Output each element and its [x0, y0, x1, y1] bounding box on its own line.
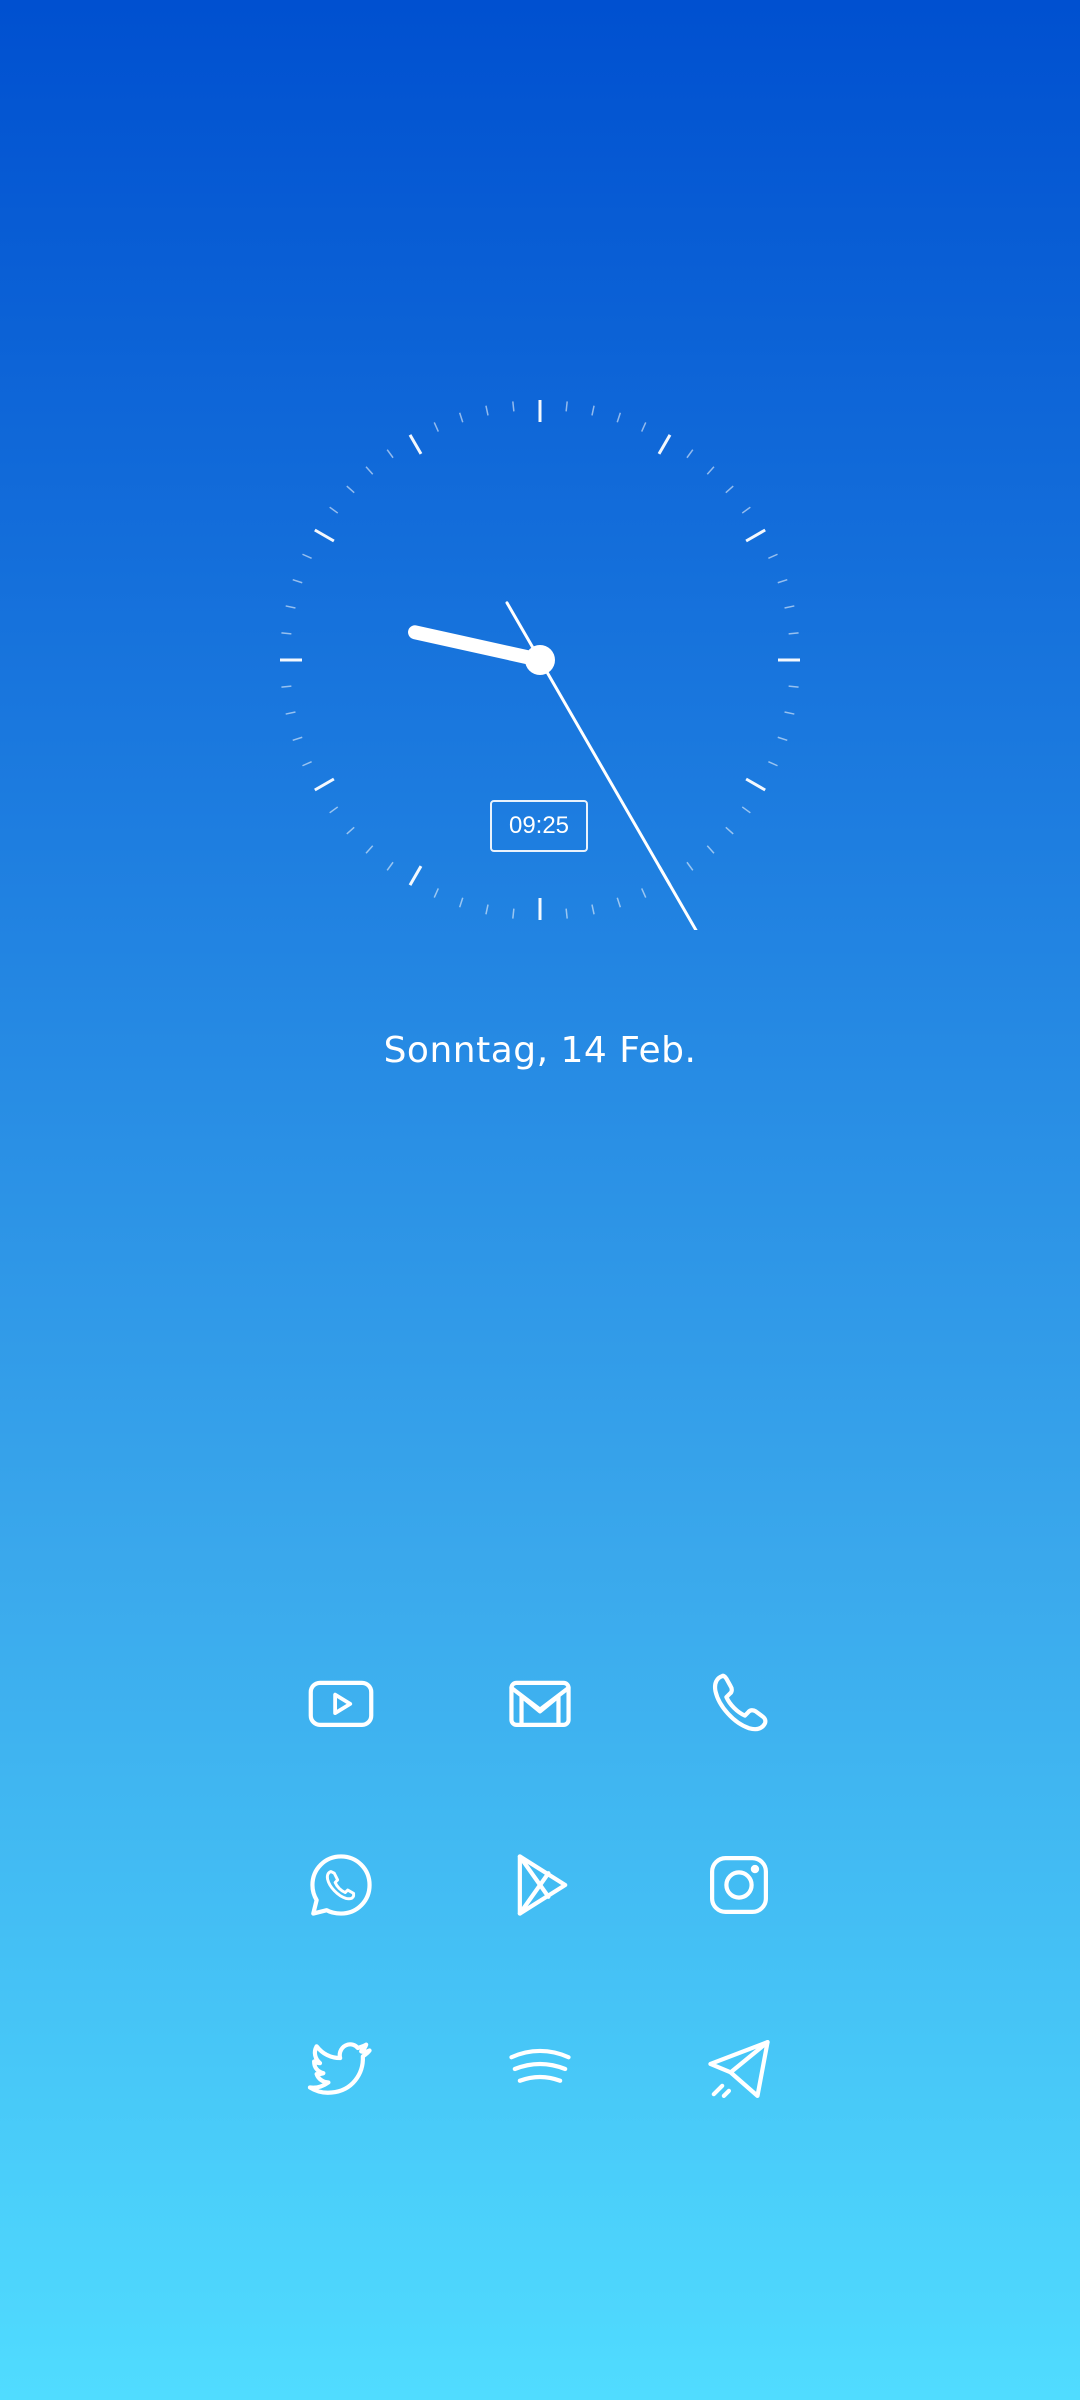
clock-major-tick: [408, 865, 423, 886]
clock-minor-tick: [784, 605, 795, 609]
clock-minor-tick: [292, 736, 303, 742]
app-spotify[interactable]: [485, 2014, 595, 2124]
clock-minor-tick: [292, 578, 303, 584]
clock-minor-tick: [591, 405, 595, 416]
date-label: Sonntag, 14 Feb.: [383, 1030, 697, 1071]
clock-major-tick: [745, 777, 766, 792]
app-whatsapp[interactable]: [286, 1830, 396, 1940]
clock-minor-tick: [285, 711, 296, 715]
app-play-store[interactable]: [485, 1830, 595, 1940]
clock-minor-tick: [640, 888, 647, 898]
hour-hand: [408, 625, 547, 667]
clock-minor-tick: [386, 449, 394, 459]
app-phone[interactable]: [684, 1648, 794, 1758]
clock-major-tick: [314, 777, 335, 792]
clock-minor-tick: [706, 845, 715, 854]
clock-minor-tick: [640, 422, 647, 432]
clock-minor-tick: [346, 826, 355, 835]
clock-minor-tick: [485, 904, 489, 915]
clock-minor-tick: [458, 412, 464, 423]
clock-minor-tick: [302, 760, 312, 767]
twitter-icon: [307, 2042, 372, 2095]
clock-minor-tick: [512, 401, 515, 412]
clock-center-dot: [525, 645, 555, 675]
clock-minor-tick: [329, 506, 339, 514]
clock-minor-tick: [302, 553, 312, 560]
app-instagram[interactable]: [684, 1830, 794, 1940]
clock-minor-tick: [386, 861, 394, 871]
clock-minor-tick: [706, 466, 715, 475]
clock-minor-tick: [768, 553, 778, 560]
clock-minor-tick: [784, 711, 795, 715]
digital-time: 09:25: [490, 800, 588, 852]
instagram-icon: [710, 1856, 768, 1914]
clock-minor-tick: [365, 845, 374, 854]
clock-minor-tick: [725, 826, 734, 835]
clock-minor-tick: [788, 632, 799, 635]
clock-minor-tick: [591, 904, 595, 915]
spotify-icon: [509, 2048, 571, 2083]
clock-minor-tick: [725, 485, 734, 494]
clock-major-tick: [314, 528, 335, 543]
whatsapp-icon: [310, 1854, 372, 1916]
clock-minor-tick: [616, 412, 622, 423]
clock-minor-tick: [741, 806, 751, 814]
clock-minor-tick: [433, 422, 440, 432]
clock-minor-tick: [768, 760, 778, 767]
app-gmail[interactable]: [485, 1648, 595, 1758]
mail-icon: [509, 1680, 571, 1727]
lock-screen: 09:25 Sonntag, 14 Feb.: [0, 0, 1080, 2400]
telegram-icon: [708, 2040, 770, 2098]
clock-minor-tick: [565, 401, 568, 412]
app-twitter[interactable]: [286, 2014, 396, 2124]
clock-minor-tick: [285, 605, 296, 609]
clock-minor-tick: [365, 466, 374, 475]
phone-icon: [712, 1673, 768, 1732]
clock-minor-tick: [281, 632, 292, 635]
clock-major-tick: [657, 434, 672, 455]
clock-minor-tick: [686, 449, 694, 459]
app-telegram[interactable]: [684, 2014, 794, 2124]
clock-major-tick: [408, 434, 423, 455]
clock-minor-tick: [458, 897, 464, 908]
clock-major-tick: [745, 528, 766, 543]
clock-minor-tick: [485, 405, 489, 416]
clock-minor-tick: [565, 908, 568, 919]
play-store-icon: [517, 1854, 568, 1916]
clock-minor-tick: [686, 861, 694, 871]
clock-minor-tick: [512, 908, 515, 919]
clock-minor-tick: [777, 578, 788, 584]
clock-minor-tick: [777, 736, 788, 742]
clock-minor-tick: [281, 685, 292, 688]
clock-minor-tick: [741, 506, 751, 514]
clock-minor-tick: [433, 888, 440, 898]
app-grid: [0, 0, 1080, 2400]
clock-minor-tick: [788, 685, 799, 688]
clock-minor-tick: [329, 806, 339, 814]
clock-minor-tick: [616, 897, 622, 908]
youtube-icon: [308, 1680, 374, 1727]
app-youtube[interactable]: [286, 1648, 396, 1758]
clock-minor-tick: [346, 485, 355, 494]
